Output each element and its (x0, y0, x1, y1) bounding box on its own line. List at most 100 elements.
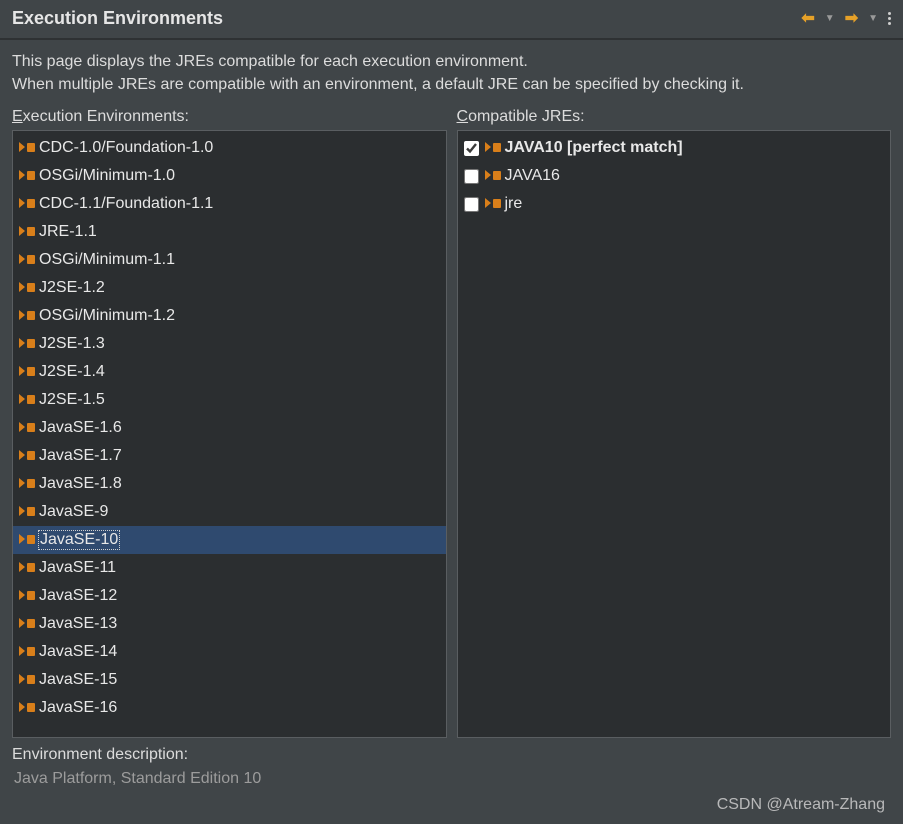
page-menu-button[interactable] (886, 10, 893, 27)
arrow-right-icon: ➡ (845, 8, 858, 28)
environment-item[interactable]: JRE-1.1 (13, 218, 446, 246)
environment-item[interactable]: JavaSE-11 (13, 554, 446, 582)
environments-label: Execution Environments: (12, 108, 447, 126)
library-icon (19, 254, 35, 266)
jre-item[interactable]: JAVA16 (458, 162, 891, 190)
page-title: Execution Environments (12, 8, 223, 29)
page-description: This page displays the JREs compatible f… (0, 40, 903, 108)
environment-item[interactable]: JavaSE-15 (13, 666, 446, 694)
environment-item-label: J2SE-1.5 (39, 391, 105, 409)
library-icon (19, 394, 35, 406)
environment-item-label: JavaSE-1.6 (39, 419, 122, 437)
environment-item-label: OSGi/Minimum-1.2 (39, 307, 175, 325)
jres-listbox[interactable]: JAVA10 [perfect match] JAVA16 jre (457, 130, 892, 738)
environment-item-label: CDC-1.0/Foundation-1.0 (39, 139, 213, 157)
jre-item-label: JAVA10 [perfect match] (505, 139, 683, 157)
environment-item-label: J2SE-1.3 (39, 335, 105, 353)
library-icon (19, 618, 35, 630)
library-icon (19, 226, 35, 238)
environment-item-label: JavaSE-15 (39, 671, 117, 689)
columns-container: Execution Environments: CDC-1.0/Foundati… (0, 108, 903, 738)
environment-item[interactable]: JavaSE-13 (13, 610, 446, 638)
header-toolbar: ⬅ ▼ ➡ ▼ (799, 6, 893, 30)
caret-down-icon: ▼ (825, 13, 835, 24)
environment-item[interactable]: J2SE-1.3 (13, 330, 446, 358)
library-icon (19, 450, 35, 462)
caret-down-icon: ▼ (868, 13, 878, 24)
jre-item[interactable]: jre (458, 190, 891, 218)
library-icon (19, 310, 35, 322)
library-icon (19, 506, 35, 518)
environment-item[interactable]: OSGi/Minimum-1.0 (13, 162, 446, 190)
library-icon (19, 198, 35, 210)
environment-item-label: JavaSE-11 (39, 559, 116, 577)
environment-item-label: JavaSE-12 (39, 587, 117, 605)
environment-item[interactable]: JavaSE-1.8 (13, 470, 446, 498)
environment-item[interactable]: JavaSE-16 (13, 694, 446, 722)
environment-item[interactable]: JavaSE-1.6 (13, 414, 446, 442)
environment-item-label: JavaSE-9 (39, 503, 108, 521)
environment-item[interactable]: J2SE-1.5 (13, 386, 446, 414)
nav-forward-button[interactable]: ➡ (843, 6, 860, 30)
library-icon (485, 170, 501, 182)
environment-item[interactable]: JavaSE-10 (13, 526, 446, 554)
environment-item[interactable]: CDC-1.0/Foundation-1.0 (13, 134, 446, 162)
environment-item-label: JavaSE-1.7 (39, 447, 122, 465)
library-icon (19, 562, 35, 574)
environment-item[interactable]: J2SE-1.2 (13, 274, 446, 302)
environment-item-label: JavaSE-10 (39, 531, 119, 549)
jre-checkbox[interactable] (464, 141, 479, 156)
library-icon (485, 198, 501, 210)
environment-item-label: JavaSE-13 (39, 615, 117, 633)
environment-item-label: CDC-1.1/Foundation-1.1 (39, 195, 213, 213)
jre-item[interactable]: JAVA10 [perfect match] (458, 134, 891, 162)
page-header: Execution Environments ⬅ ▼ ➡ ▼ (0, 0, 903, 40)
jre-checkbox[interactable] (464, 169, 479, 184)
environment-item-label: JavaSE-16 (39, 699, 117, 717)
nav-back-button[interactable]: ⬅ (799, 6, 816, 30)
environment-description-value: Java Platform, Standard Edition 10 (12, 766, 891, 792)
jre-item-label: JAVA16 (505, 167, 560, 185)
nav-forward-menu[interactable]: ▼ (866, 11, 880, 26)
jre-item-label: jre (505, 195, 523, 213)
environment-item-label: JavaSE-14 (39, 643, 117, 661)
library-icon (485, 142, 501, 154)
library-icon (19, 282, 35, 294)
library-icon (19, 422, 35, 434)
environment-item-label: J2SE-1.4 (39, 363, 105, 381)
environment-item[interactable]: JavaSE-1.7 (13, 442, 446, 470)
library-icon (19, 534, 35, 546)
environment-item[interactable]: JavaSE-14 (13, 638, 446, 666)
library-icon (19, 646, 35, 658)
jres-column: Compatible JREs: JAVA10 [perfect match]J… (457, 108, 892, 738)
environment-item[interactable]: JavaSE-9 (13, 498, 446, 526)
environment-item-label: J2SE-1.2 (39, 279, 105, 297)
environments-column: Execution Environments: CDC-1.0/Foundati… (12, 108, 447, 738)
library-icon (19, 478, 35, 490)
library-icon (19, 674, 35, 686)
environment-item[interactable]: CDC-1.1/Foundation-1.1 (13, 190, 446, 218)
description-line2: When multiple JREs are compatible with a… (12, 73, 891, 96)
library-icon (19, 366, 35, 378)
environment-item-label: JavaSE-1.8 (39, 475, 122, 493)
library-icon (19, 702, 35, 714)
description-line1: This page displays the JREs compatible f… (12, 50, 891, 73)
environment-description-section: Environment description: Java Platform, … (0, 738, 903, 792)
environment-item[interactable]: OSGi/Minimum-1.2 (13, 302, 446, 330)
environment-item[interactable]: J2SE-1.4 (13, 358, 446, 386)
nav-back-menu[interactable]: ▼ (823, 11, 837, 26)
environment-item[interactable]: OSGi/Minimum-1.1 (13, 246, 446, 274)
environment-item-label: OSGi/Minimum-1.0 (39, 167, 175, 185)
arrow-left-icon: ⬅ (801, 8, 814, 28)
jres-label: Compatible JREs: (457, 108, 892, 126)
jre-checkbox[interactable] (464, 197, 479, 212)
environment-description-label: Environment description: (12, 746, 891, 764)
library-icon (19, 590, 35, 602)
environment-item-label: OSGi/Minimum-1.1 (39, 251, 175, 269)
library-icon (19, 338, 35, 350)
library-icon (19, 142, 35, 154)
environments-listbox[interactable]: CDC-1.0/Foundation-1.0 OSGi/Minimum-1.0 CD… (12, 130, 447, 738)
watermark: CSDN @Atream-Zhang (717, 796, 885, 814)
environment-item[interactable]: JavaSE-12 (13, 582, 446, 610)
library-icon (19, 170, 35, 182)
